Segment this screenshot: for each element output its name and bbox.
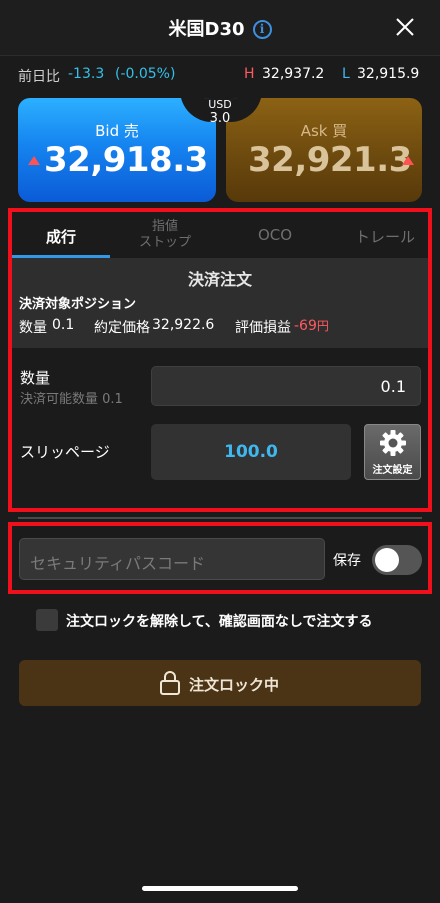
change-value: -13.3 bbox=[68, 66, 105, 82]
high-value: 32,937.2 bbox=[262, 66, 325, 82]
spread-indicator: USD 3.0 bbox=[200, 98, 240, 126]
title-wrap: 米国D30 i bbox=[0, 15, 440, 41]
up-arrow-icon bbox=[28, 156, 40, 165]
save-label: 保存 bbox=[333, 553, 361, 569]
change-label: 前日比 bbox=[18, 69, 60, 85]
low-label: L bbox=[342, 66, 350, 82]
spread-currency: USD bbox=[208, 98, 232, 111]
close-icon[interactable] bbox=[392, 14, 418, 40]
info-icon[interactable]: i bbox=[252, 20, 272, 39]
bid-sell-button[interactable]: Bid 売 32,918.3 bbox=[18, 98, 216, 202]
toggle-knob bbox=[375, 548, 399, 572]
high-label: H bbox=[244, 66, 255, 82]
bid-label: Bid 売 bbox=[95, 122, 139, 140]
bid-price: 32,918.3 bbox=[44, 140, 208, 180]
low-value: 32,915.9 bbox=[357, 66, 420, 82]
unlock-checkbox[interactable] bbox=[36, 609, 58, 631]
ask-label: Ask 買 bbox=[300, 122, 348, 140]
home-indicator bbox=[142, 886, 298, 891]
change-percent: (-0.05%) bbox=[115, 66, 176, 82]
spread-value: 3.0 bbox=[209, 111, 231, 126]
divider bbox=[18, 517, 422, 519]
header-bar: 米国D30 i bbox=[0, 0, 440, 56]
unlock-checkbox-label[interactable]: 注文ロックを解除して、確認画面なしで注文する bbox=[66, 611, 372, 631]
order-lock-label: 注文ロック中 bbox=[189, 676, 280, 694]
lock-icon bbox=[160, 671, 180, 695]
save-toggle[interactable] bbox=[372, 545, 422, 575]
up-arrow-icon bbox=[402, 156, 414, 165]
security-passcode-input[interactable]: セキュリティパスコード bbox=[19, 538, 325, 580]
page-title: 米国D30 bbox=[168, 19, 245, 40]
order-form-highlight bbox=[8, 208, 432, 512]
ask-price: 32,921.3 bbox=[248, 140, 412, 180]
security-passcode-placeholder: セキュリティパスコード bbox=[30, 554, 206, 573]
ask-buy-button[interactable]: Ask 買 32,921.3 bbox=[226, 98, 422, 202]
order-lock-button[interactable]: 注文ロック中 bbox=[19, 660, 421, 706]
price-stats: 前日比 -13.3 (-0.05%) H 32,937.2 L 32,915.9 bbox=[0, 66, 440, 88]
